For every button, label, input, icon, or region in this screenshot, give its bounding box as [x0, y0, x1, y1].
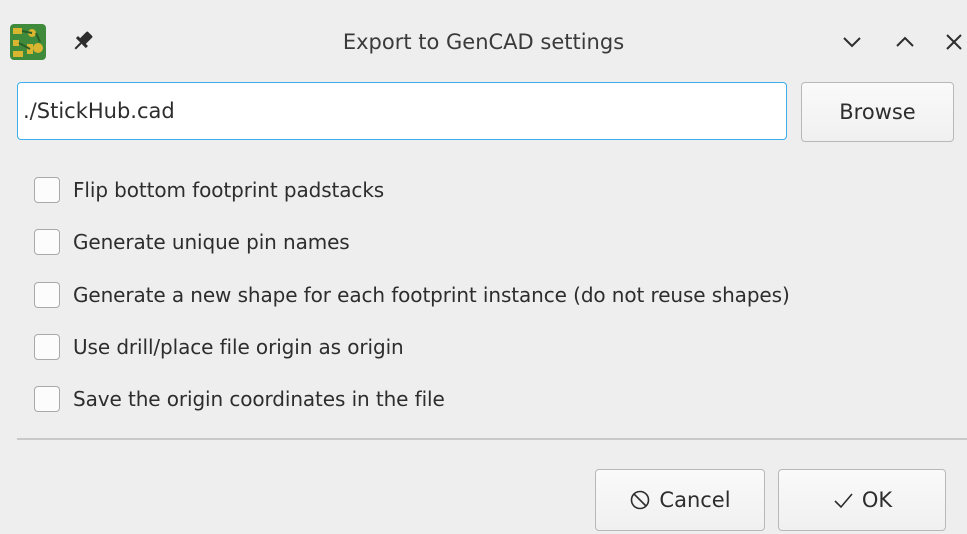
kicad-pcb-app-icon	[10, 24, 46, 60]
option-label: Save the origin coordinates in the file	[73, 387, 445, 411]
title-bar: Export to GenCAD settings	[0, 0, 967, 82]
option-save-origin-coordinates[interactable]: Save the origin coordinates in the file	[34, 379, 445, 419]
new-shape-checkbox[interactable]	[34, 282, 60, 308]
window-title: Export to GenCAD settings	[342, 30, 625, 54]
output-file-path-input[interactable]	[17, 82, 787, 140]
ok-label: OK	[861, 488, 893, 512]
separator	[17, 438, 967, 440]
chevron-up-icon	[896, 36, 914, 47]
option-flip-bottom-padstacks[interactable]: Flip bottom footprint padstacks	[34, 170, 384, 210]
option-new-shape-per-footprint[interactable]: Generate a new shape for each footprint …	[34, 275, 790, 315]
cancel-icon	[631, 490, 650, 510]
chevron-down-icon	[843, 37, 861, 48]
minimize-button[interactable]	[838, 28, 866, 56]
option-label: Use drill/place file origin as origin	[73, 335, 404, 359]
unique-pin-names-checkbox[interactable]	[34, 229, 60, 255]
save-origin-checkbox[interactable]	[34, 386, 60, 412]
option-label: Generate a new shape for each footprint …	[73, 283, 790, 307]
drill-origin-checkbox[interactable]	[34, 334, 60, 360]
maximize-button[interactable]	[891, 28, 919, 56]
flip-padstacks-checkbox[interactable]	[34, 177, 60, 203]
browse-button[interactable]: Browse	[801, 82, 954, 142]
close-button[interactable]	[940, 28, 967, 56]
option-unique-pin-names[interactable]: Generate unique pin names	[34, 222, 350, 262]
pin-icon[interactable]	[70, 28, 96, 54]
option-label: Flip bottom footprint padstacks	[73, 178, 385, 202]
close-icon	[946, 34, 962, 50]
checkmark-icon	[834, 493, 853, 509]
option-drill-origin[interactable]: Use drill/place file origin as origin	[34, 327, 404, 367]
option-label: Generate unique pin names	[73, 230, 350, 254]
cancel-label: Cancel	[659, 488, 731, 512]
cancel-button[interactable]: Cancel	[595, 469, 765, 531]
ok-button[interactable]: OK	[778, 469, 946, 531]
